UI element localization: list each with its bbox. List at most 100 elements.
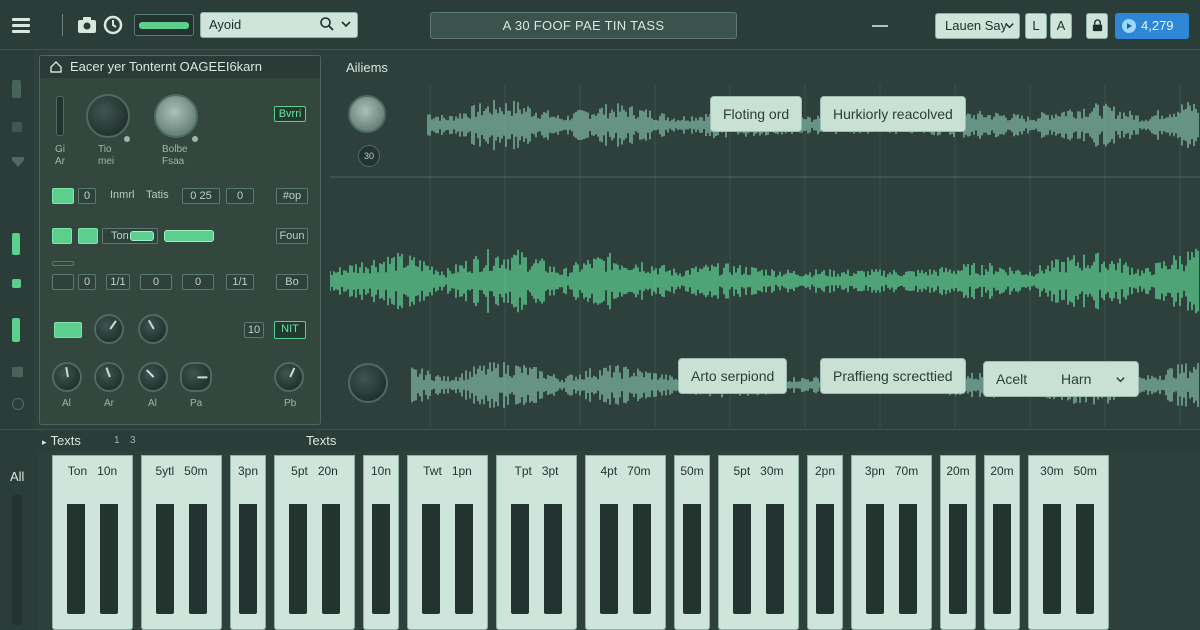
piano-black-key[interactable]	[1076, 504, 1094, 614]
row3-field[interactable]: 1/1	[106, 274, 130, 290]
row1-field[interactable]: 0 25	[182, 188, 220, 204]
row2-level[interactable]	[164, 230, 214, 242]
row2-pill	[130, 231, 154, 241]
row3-field[interactable]: 0	[78, 274, 96, 290]
row2-field[interactable]: Foun	[276, 228, 308, 244]
piano-black-key[interactable]	[422, 504, 440, 614]
row4-toggle[interactable]	[54, 322, 82, 338]
waveform-track-1[interactable]	[427, 99, 1199, 151]
keyboard-scroll[interactable]	[12, 495, 22, 625]
piano-black-key[interactable]	[372, 504, 390, 614]
piano-black-key[interactable]	[600, 504, 618, 614]
sidebar-meter-1[interactable]	[12, 233, 20, 255]
row5-knob[interactable]	[180, 362, 212, 392]
piano-black-key[interactable]	[733, 504, 751, 614]
row4-field[interactable]: NIT	[274, 321, 306, 339]
row5-knob[interactable]	[274, 362, 304, 392]
search-icon[interactable]	[319, 16, 335, 32]
toolbar-button-a[interactable]: A	[1050, 13, 1072, 39]
piano-black-key[interactable]	[156, 504, 174, 614]
info-icon[interactable]	[12, 398, 24, 410]
fader[interactable]	[56, 96, 64, 136]
bypass-tag[interactable]: Bvrri	[274, 106, 306, 122]
waveform-track-2[interactable]	[330, 248, 1199, 314]
piano-black-key[interactable]	[683, 504, 701, 614]
heart-icon[interactable]	[11, 154, 25, 167]
row4-knob[interactable]	[94, 314, 124, 344]
row1-value[interactable]: 0	[78, 188, 96, 204]
user-select[interactable]: Lauen Say	[935, 13, 1020, 39]
sidebar-handle[interactable]	[12, 80, 21, 98]
piano-white-key[interactable]: Ton 10n	[52, 455, 133, 630]
waveform-label[interactable]: Floting ord	[710, 96, 803, 132]
piano-keyboard[interactable]: Ton 10n 5ytl 50m 3pn 5pt 20n 10n Twt 1pn Tpt 3pt 4pt…	[52, 455, 1152, 630]
sidebar-meter-3[interactable]	[12, 318, 20, 342]
row3-field[interactable]: 0	[182, 274, 214, 290]
waveform-editor[interactable]: Ailiems 30 Floting ord Hurkiorly reacolv…	[330, 55, 1200, 427]
play-count-badge[interactable]: 4,279	[1115, 13, 1189, 39]
waveform-select[interactable]: Acelt Harn	[983, 361, 1139, 397]
camera-icon[interactable]	[76, 14, 98, 36]
keyboard-octave[interactable]: 3	[130, 435, 136, 446]
minimize-button[interactable]	[872, 25, 888, 27]
row1-field[interactable]: 0	[226, 188, 254, 204]
track-knob[interactable]	[348, 363, 388, 403]
piano-black-key[interactable]	[949, 504, 967, 614]
piano-black-key[interactable]	[816, 504, 834, 614]
piano-white-key[interactable]: 5pt 30m	[718, 455, 799, 630]
chevron-down-icon[interactable]	[340, 18, 352, 30]
keyboard-octave[interactable]: 1	[114, 435, 120, 446]
piano-white-key[interactable]: 4pt 70m	[585, 455, 666, 630]
row5-knob[interactable]	[94, 362, 124, 392]
piano-white-key[interactable]: 30m 50m	[1028, 455, 1109, 630]
row5-knob[interactable]	[138, 362, 168, 392]
piano-black-key[interactable]	[766, 504, 784, 614]
piano-black-key[interactable]	[1043, 504, 1061, 614]
row3-field[interactable]: 1/1	[226, 274, 254, 290]
track-knob[interactable]	[348, 95, 386, 133]
toolbar-button-l[interactable]: L	[1025, 13, 1047, 39]
row3-field[interactable]: Bo	[276, 274, 308, 290]
piano-black-key[interactable]	[544, 504, 562, 614]
tone-knob[interactable]	[154, 94, 198, 138]
row3-field[interactable]: 0	[140, 274, 172, 290]
piano-black-key[interactable]	[67, 504, 85, 614]
waveform-label[interactable]: Hurkiorly reacolved	[820, 96, 966, 132]
row5-knob[interactable]	[52, 362, 82, 392]
piano-black-key[interactable]	[866, 504, 884, 614]
folder-icon[interactable]	[12, 367, 23, 377]
piano-black-key[interactable]	[322, 504, 340, 614]
clock-icon[interactable]	[102, 14, 124, 36]
piano-white-key[interactable]: Tpt 3pt	[496, 455, 577, 630]
waveform-label[interactable]: Praffieng screcttied	[820, 358, 966, 394]
piano-black-key[interactable]	[993, 504, 1011, 614]
lock-button[interactable]	[1086, 13, 1108, 39]
piano-black-key[interactable]	[100, 504, 118, 614]
row4-field[interactable]: 10	[244, 322, 264, 338]
piano-white-key[interactable]: 3pn 70m	[851, 455, 932, 630]
row3-field[interactable]	[52, 274, 74, 290]
piano-black-key[interactable]	[455, 504, 473, 614]
piano-black-key[interactable]	[633, 504, 651, 614]
piano-black-key[interactable]	[511, 504, 529, 614]
piano-white-key[interactable]: 5pt 20n	[274, 455, 355, 630]
home-icon[interactable]	[50, 61, 62, 73]
piano-black-key[interactable]	[899, 504, 917, 614]
piano-black-key[interactable]	[289, 504, 307, 614]
row1-field[interactable]: #op	[276, 188, 308, 204]
menu-icon[interactable]	[10, 14, 32, 36]
sidebar-square-icon[interactable]	[12, 122, 22, 132]
row2-toggle[interactable]	[78, 228, 98, 244]
volume-slider[interactable]	[134, 14, 194, 36]
piano-white-key[interactable]: Twt 1pn	[407, 455, 488, 630]
row4-knob[interactable]	[138, 314, 168, 344]
row2-toggle[interactable]	[52, 228, 72, 244]
sidebar-meter-2[interactable]	[12, 279, 21, 288]
gain-knob[interactable]	[86, 94, 130, 138]
waveform-label[interactable]: Arto serpiond	[678, 358, 788, 394]
search-input[interactable]: Ayoid	[200, 12, 358, 38]
row1-toggle[interactable]	[52, 188, 74, 204]
piano-black-key[interactable]	[189, 504, 207, 614]
piano-white-key[interactable]: 5ytl 50m	[141, 455, 222, 630]
piano-black-key[interactable]	[239, 504, 257, 614]
